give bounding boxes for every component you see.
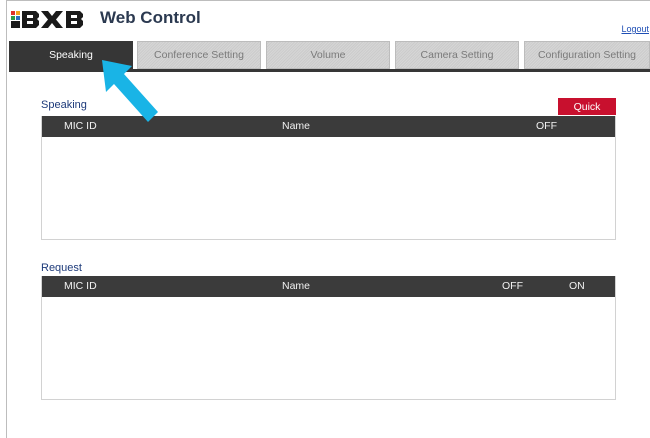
speaking-table: MIC ID Name OFF [41, 116, 616, 240]
col-mic-id: MIC ID [64, 120, 97, 132]
col-off: OFF [502, 280, 523, 292]
col-name: Name [282, 120, 311, 132]
app-title: Web Control [100, 8, 201, 27]
tab-volume[interactable]: Volume [266, 41, 390, 69]
brand-logo [11, 11, 93, 28]
quick-button[interactable]: Quick [558, 98, 616, 115]
col-on: ON [569, 280, 585, 292]
request-table-header: MIC ID Name OFF ON [42, 276, 615, 297]
logout-link[interactable]: Logout [621, 24, 649, 34]
tab-camera-setting[interactable]: Camera Setting [395, 41, 519, 69]
request-title: Request [41, 262, 82, 274]
speaking-title: Speaking [41, 99, 87, 111]
col-off: OFF [536, 120, 557, 132]
annotation-arrow-icon [102, 60, 158, 122]
tab-configuration-setting[interactable]: Configuration Setting [524, 41, 650, 69]
col-name: Name [282, 280, 311, 292]
request-table: MIC ID Name OFF ON [41, 276, 616, 400]
col-mic-id: MIC ID [64, 280, 97, 292]
